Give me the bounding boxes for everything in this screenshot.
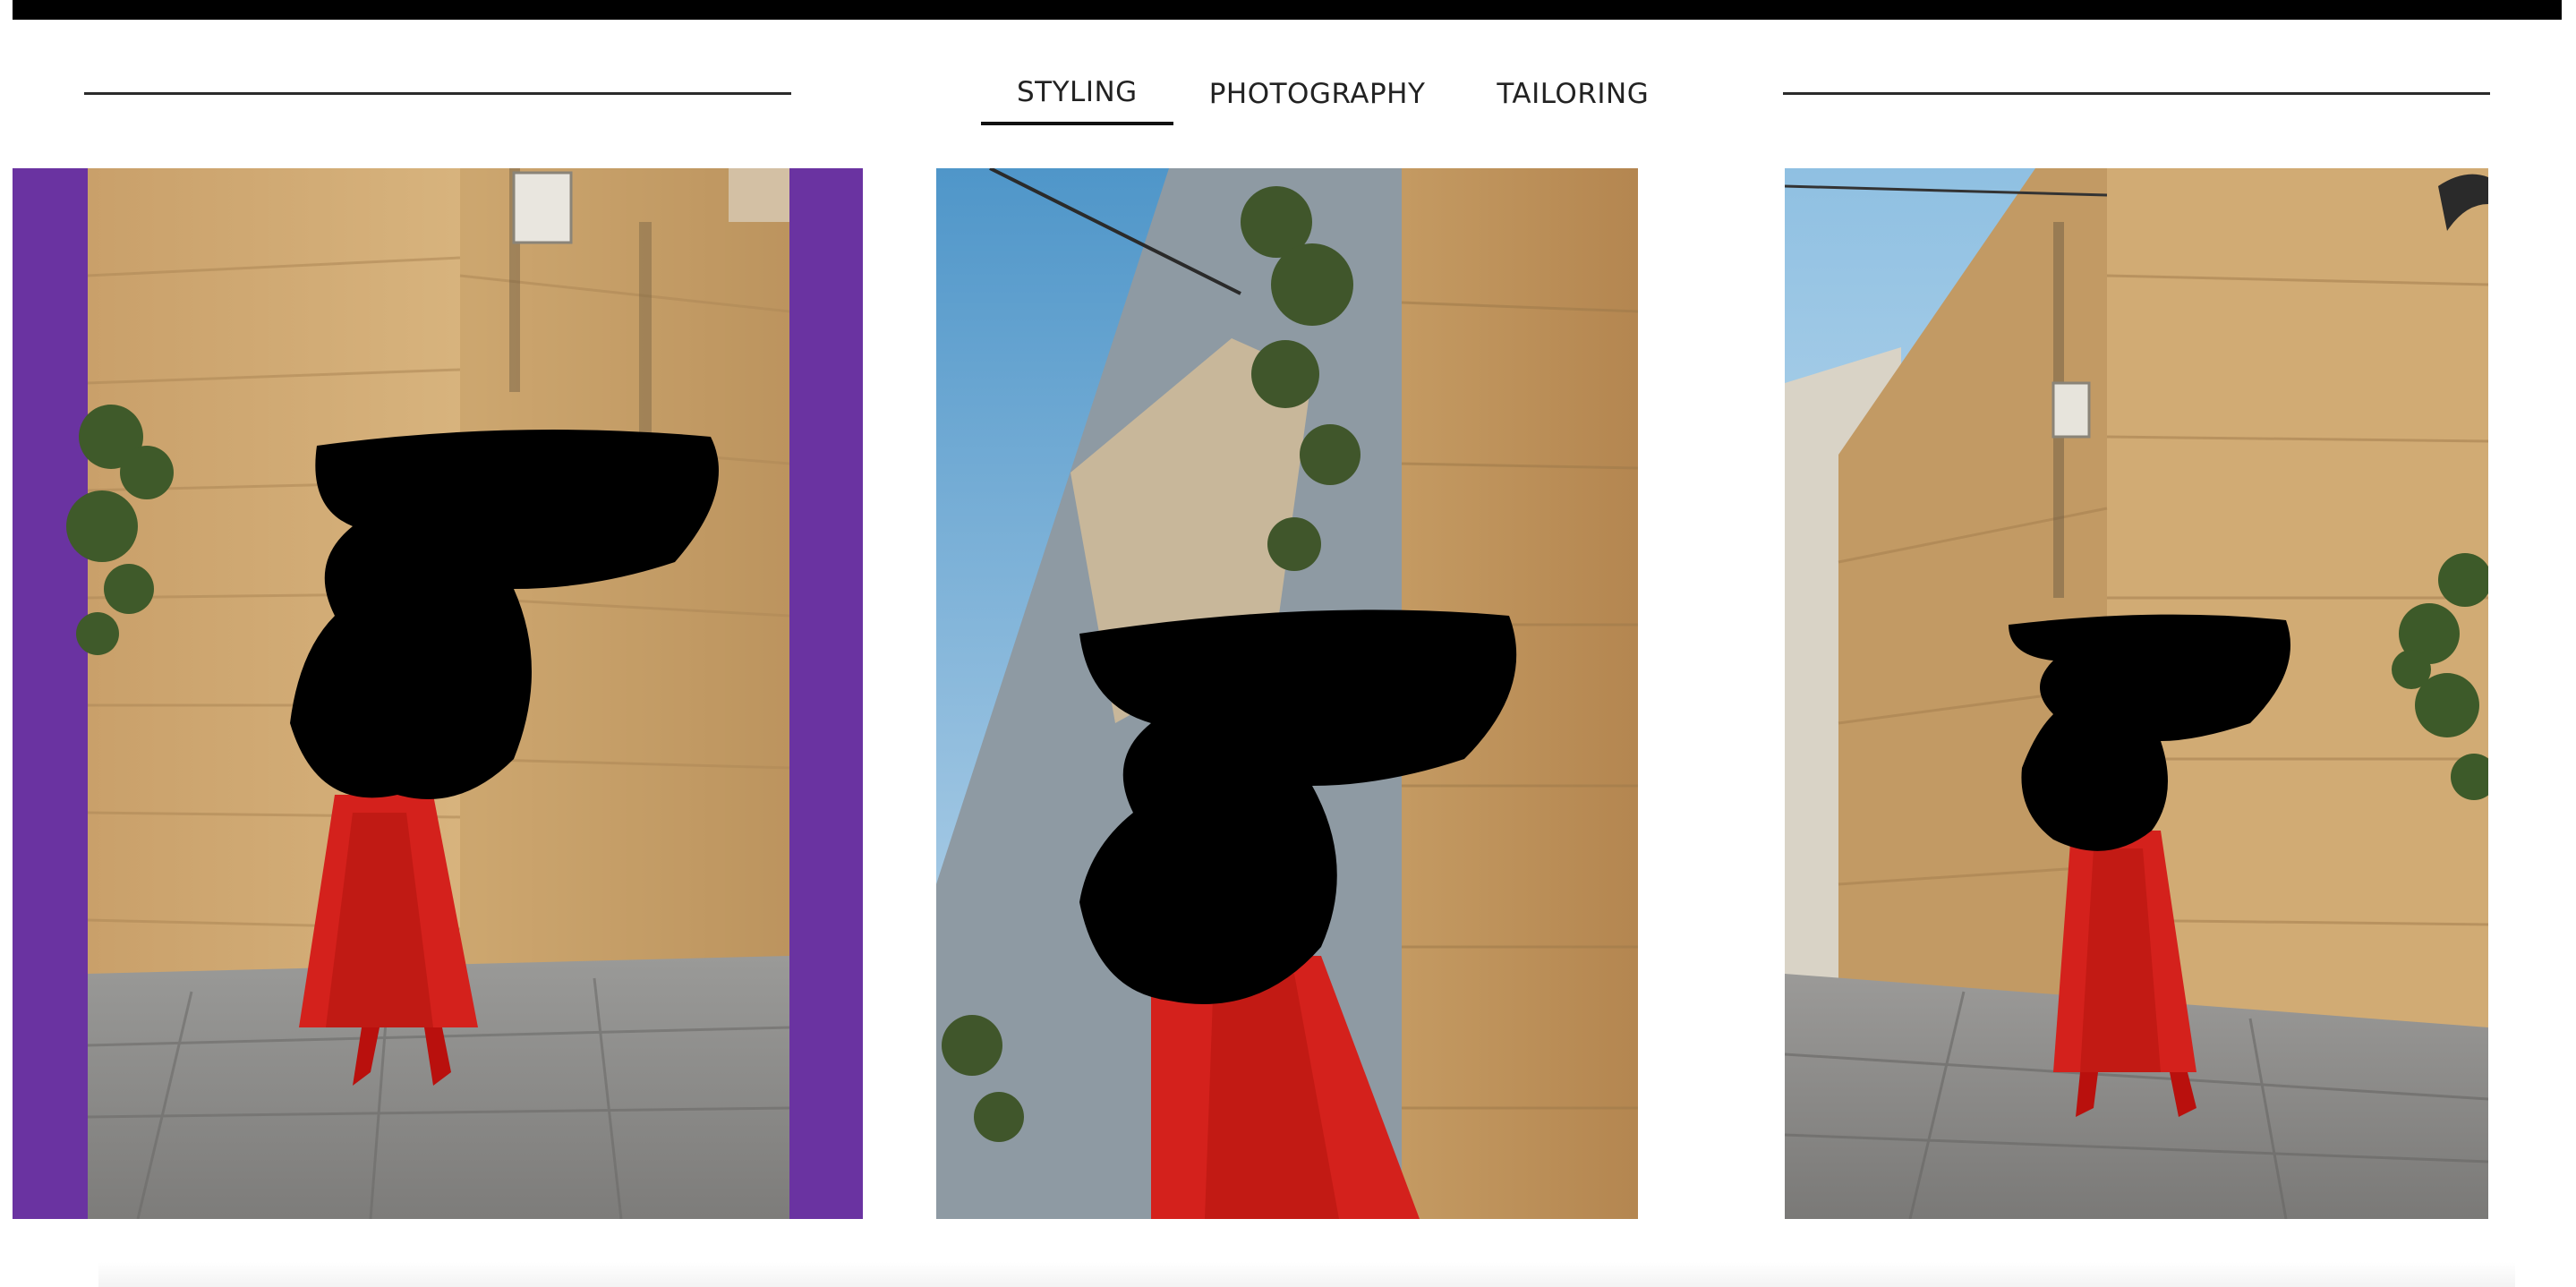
header-divider-right xyxy=(1783,92,2490,95)
tab-tailoring[interactable]: TAILORING xyxy=(1461,63,1685,125)
tab-photography-label: PHOTOGRAPHY xyxy=(1208,78,1426,110)
tab-tailoring-label: TAILORING xyxy=(1497,78,1650,110)
page-bottom-shadow xyxy=(98,1262,2515,1287)
tab-styling[interactable]: STYLING xyxy=(981,63,1173,125)
top-bar xyxy=(13,0,2562,20)
photo-3-image xyxy=(1785,168,2488,1219)
category-tabs: STYLING PHOTOGRAPHY TAILORING xyxy=(981,63,1685,125)
photo-2-image xyxy=(936,168,1638,1219)
header-divider-left xyxy=(84,92,791,95)
gallery-photo-3[interactable] xyxy=(1785,168,2488,1219)
tab-styling-label: STYLING xyxy=(1017,76,1138,108)
gallery-photo-2[interactable] xyxy=(936,168,1638,1219)
photo-1-image xyxy=(13,168,863,1219)
tab-photography[interactable]: PHOTOGRAPHY xyxy=(1173,63,1462,125)
gallery-photo-1[interactable] xyxy=(13,168,863,1219)
